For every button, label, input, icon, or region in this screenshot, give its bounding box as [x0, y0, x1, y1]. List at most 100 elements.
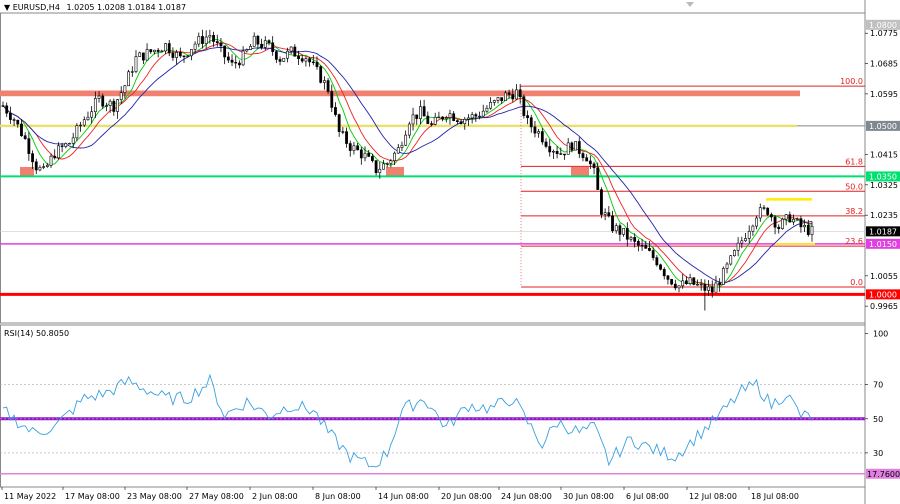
candle-body	[1, 105, 5, 107]
candle-body	[378, 168, 382, 174]
fib-label-5: 0.0	[850, 278, 863, 287]
candle-body	[130, 71, 134, 73]
candle-body	[725, 263, 729, 269]
rsi-frame	[0, 324, 866, 488]
candle-body	[396, 147, 400, 154]
candle-body	[256, 35, 260, 45]
x-tick-label-10: 6 Jul 08:00	[626, 492, 669, 501]
candle-body	[540, 131, 544, 143]
candle-body	[64, 143, 68, 147]
price-tag-1: 1.0500	[869, 122, 897, 131]
candle-body	[219, 42, 223, 47]
candle-body	[666, 275, 670, 280]
x-tick-label-0: 11 May 2022	[4, 492, 56, 501]
candle-body	[348, 143, 352, 151]
x-tick-label-3: 27 May 08:00	[189, 492, 244, 501]
candle-body	[319, 66, 323, 83]
candle-body	[614, 225, 618, 232]
candle-body	[526, 115, 529, 119]
fib-label-3: 38.2	[845, 207, 863, 216]
candle-body	[463, 119, 467, 125]
candle-body	[97, 95, 101, 99]
candle-body	[171, 52, 175, 58]
rsi-tick-label-2: 50	[873, 415, 883, 424]
candle-body	[762, 207, 766, 209]
candle-body	[293, 46, 297, 57]
candle-body	[31, 153, 34, 163]
candle-body	[603, 212, 607, 215]
x-tick-label-5: 8 Jun 08:00	[315, 492, 361, 501]
price-tag-4: 1.0150	[869, 240, 897, 249]
candle-body	[633, 237, 637, 242]
candle-body	[681, 280, 685, 287]
symbol-label: EURUSD,H4	[12, 3, 60, 12]
candle-body	[744, 238, 747, 242]
candle-body	[648, 248, 651, 251]
x-tick-label-1: 17 May 08:00	[65, 492, 120, 501]
candle-body	[16, 119, 20, 125]
candle-body	[544, 141, 548, 147]
candle-body	[304, 58, 308, 62]
x-tick-label-6: 14 Jun 08:00	[378, 492, 429, 501]
candle-body	[422, 106, 426, 117]
candle-body	[503, 92, 507, 101]
candle-body	[721, 268, 725, 285]
candle-body	[367, 152, 371, 157]
fib-label-2: 50.0	[845, 182, 863, 191]
dropdown-arrow-icon[interactable]: ▼	[4, 3, 10, 12]
candle-body	[729, 255, 733, 265]
candle-body	[622, 228, 626, 235]
y-tick-label-0: 1.0775	[870, 29, 898, 38]
support-box-2	[571, 166, 589, 176]
candle-body	[537, 131, 541, 134]
candle-body	[75, 125, 79, 139]
candle-body	[71, 137, 75, 144]
candle-body	[345, 131, 348, 144]
price-tag-0: 1.0800	[869, 21, 897, 30]
candle-body	[189, 49, 193, 57]
candle-body	[437, 116, 441, 119]
candle-body	[496, 97, 500, 101]
candle-body	[710, 286, 714, 293]
candle-body	[433, 116, 437, 125]
candle-body	[374, 160, 378, 174]
candle-body	[703, 283, 707, 291]
candle-body	[153, 49, 156, 53]
candle-body	[625, 228, 629, 240]
rsi-tick-label-1: 70	[873, 381, 883, 390]
candle-body	[204, 36, 208, 44]
candle-body	[552, 151, 555, 153]
candle-body	[79, 124, 82, 127]
candle-body	[322, 80, 326, 83]
candle-body	[5, 105, 9, 114]
candle-body	[444, 117, 448, 120]
candle-body	[585, 157, 589, 162]
candle-body	[673, 283, 677, 289]
candle-body	[452, 113, 456, 121]
candle-body	[252, 35, 256, 47]
candle-body	[755, 217, 758, 227]
candle-body	[141, 52, 145, 61]
candle-body	[226, 56, 230, 61]
candle-body	[53, 155, 57, 159]
candle-body	[260, 43, 263, 48]
candle-body	[193, 43, 197, 50]
candle-body	[644, 245, 648, 249]
candle-body	[548, 146, 552, 153]
candle-body	[215, 41, 219, 44]
candle-body	[592, 163, 596, 169]
candle-body	[419, 106, 422, 119]
candle-body	[241, 50, 245, 66]
candle-body	[688, 277, 692, 284]
candle-body	[208, 35, 212, 38]
ma-slow-line	[2, 46, 813, 283]
candle-body	[20, 123, 23, 137]
candle-body	[356, 145, 360, 151]
candle-body	[455, 120, 459, 122]
candle-body	[685, 280, 688, 284]
candle-body	[611, 215, 614, 232]
candle-body	[93, 98, 97, 113]
candle-body	[467, 117, 470, 120]
candle-body	[400, 144, 404, 148]
rsi-tick-label-0: 100	[873, 330, 888, 339]
